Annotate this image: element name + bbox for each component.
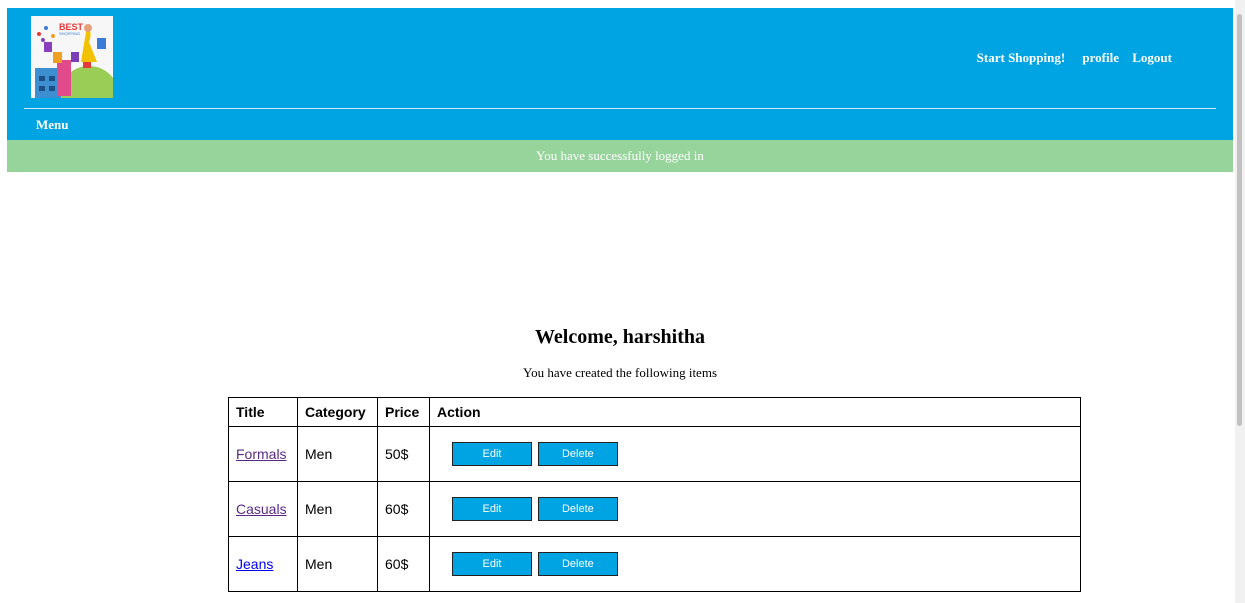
scrollbar-thumb[interactable] [1237, 14, 1242, 426]
start-shopping-link[interactable]: Start Shopping! [977, 50, 1066, 65]
store-logo[interactable]: BEST SHOPPING [31, 16, 113, 98]
profile-link[interactable]: profile [1082, 50, 1119, 65]
column-header-price: Price [377, 397, 430, 427]
column-header-category: Category [297, 397, 378, 427]
column-header-action: Action [429, 397, 1081, 427]
action-cell: Edit Delete [429, 426, 1081, 482]
action-cell: Edit Delete [429, 481, 1081, 537]
category-cell: Men [297, 481, 378, 537]
table-row: Casuals Men 60$ Edit Delete [228, 481, 1081, 537]
item-title-link[interactable]: Jeans [236, 556, 273, 572]
menu-toggle[interactable]: Menu [36, 117, 69, 133]
logout-link[interactable]: Logout [1132, 50, 1172, 65]
price-cell: 50$ [377, 426, 430, 482]
edit-button[interactable]: Edit [452, 497, 532, 521]
items-table: Title Category Price Action Formals Men … [228, 397, 1081, 592]
top-nav: Start Shopping! profile Logout [963, 50, 1172, 66]
price-cell: 60$ [377, 536, 430, 592]
title-cell: Formals [228, 426, 298, 482]
action-cell: Edit Delete [429, 536, 1081, 592]
edit-button[interactable]: Edit [452, 552, 532, 576]
title-cell: Jeans [228, 536, 298, 592]
delete-button[interactable]: Delete [537, 497, 618, 521]
header-divider [24, 108, 1216, 109]
table-row: Jeans Men 60$ Edit Delete [228, 536, 1081, 592]
svg-text:SHOPPING: SHOPPING [59, 31, 80, 36]
category-cell: Men [297, 426, 378, 482]
items-subtitle: You have created the following items [523, 365, 717, 380]
title-cell: Casuals [228, 481, 298, 537]
welcome-heading: Welcome, harshitha [535, 326, 705, 348]
table-header-row: Title Category Price Action [228, 397, 1081, 427]
price-cell: 60$ [377, 481, 430, 537]
category-cell: Men [297, 536, 378, 592]
site-header: BEST SHOPPING Start Shopping! profile Lo… [7, 8, 1233, 140]
edit-button[interactable]: Edit [452, 442, 532, 466]
logo-wordmark: BEST SHOPPING [59, 22, 84, 36]
item-title-link[interactable]: Casuals [236, 501, 287, 517]
login-success-banner: You have successfully logged in [7, 140, 1233, 172]
delete-button[interactable]: Delete [537, 552, 618, 576]
item-title-link[interactable]: Formals [236, 446, 287, 462]
column-header-title: Title [228, 397, 298, 427]
delete-button[interactable]: Delete [537, 442, 618, 466]
page-scrollbar[interactable] [1235, 0, 1245, 603]
table-row: Formals Men 50$ Edit Delete [228, 426, 1081, 482]
